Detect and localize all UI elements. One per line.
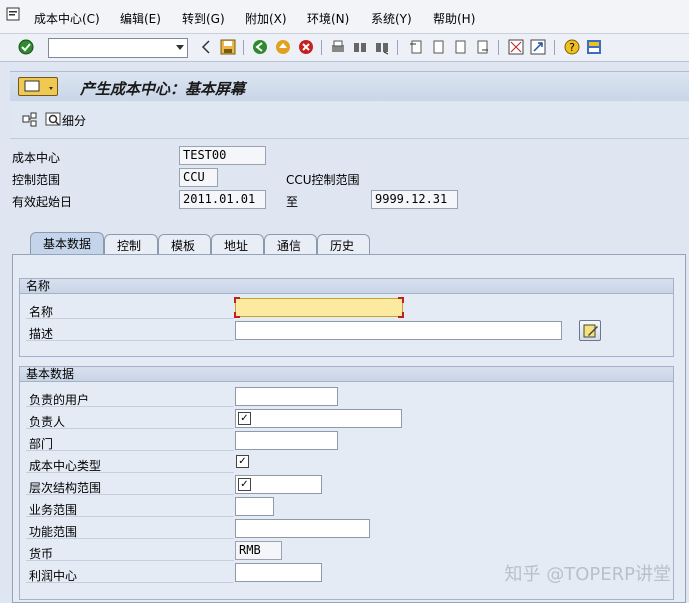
menu-goto[interactable]: 转到(G) — [182, 10, 225, 27]
menu-extras[interactable]: 附加(X) — [245, 10, 287, 27]
controlling-area-field[interactable]: CCU — [179, 168, 218, 187]
currency-field[interactable]: RMB — [235, 541, 282, 560]
find-icon[interactable] — [352, 39, 368, 55]
required-check-icon: ✓ — [238, 478, 251, 491]
tab-address-label: 地址 — [224, 239, 249, 253]
cancel-icon[interactable] — [298, 39, 314, 55]
org-structure-icon[interactable] — [22, 112, 38, 128]
tab-basic-data[interactable]: 基本数据 — [30, 232, 104, 255]
detail-label: 细分 — [62, 113, 87, 128]
basic-data-group-title: 基本数据 — [20, 367, 673, 382]
cost-center-category-input[interactable]: ✓ — [235, 453, 251, 472]
tab-communication-label: 通信 — [277, 239, 302, 253]
watermark: 知乎 @TOPERP讲堂 — [504, 564, 671, 585]
tab-address[interactable]: 地址 — [211, 234, 264, 254]
profit-center-input[interactable] — [235, 563, 322, 582]
description-input[interactable] — [235, 321, 562, 340]
menu-edit[interactable]: 编辑(E) — [120, 10, 161, 27]
next-page-icon[interactable] — [452, 39, 468, 55]
to-label: 至 — [286, 195, 299, 209]
command-field[interactable] — [48, 38, 188, 58]
sap-logo-icon — [18, 77, 58, 96]
tab-control-label: 控制 — [117, 239, 142, 253]
responsible-user-input[interactable] — [235, 387, 338, 406]
department-input[interactable] — [235, 431, 338, 450]
cost-center-field[interactable]: TEST00 — [179, 146, 266, 165]
enter-check-icon[interactable] — [18, 39, 34, 55]
menu-bar: 成本中心(C) 编辑(E) 转到(G) 附加(X) 环境(N) 系统(Y) 帮助… — [0, 0, 689, 34]
edit-text-button[interactable] — [579, 320, 601, 341]
menu-help[interactable]: 帮助(H) — [433, 10, 475, 27]
required-check-icon: ✓ — [238, 412, 251, 425]
back-icon[interactable] — [252, 39, 268, 55]
prev-page-icon[interactable] — [430, 39, 446, 55]
title-bar: 产生成本中心：基本屏幕 — [10, 71, 689, 101]
last-page-icon[interactable] — [474, 39, 490, 55]
menu-cost-center[interactable]: 成本中心(C) — [34, 10, 100, 27]
tab-history[interactable]: 历史 — [317, 234, 370, 254]
svg-text:?: ? — [569, 41, 575, 54]
cost-center-label: 成本中心 — [12, 151, 61, 165]
chevron-down-icon[interactable] — [176, 45, 184, 50]
required-check-icon: ✓ — [236, 455, 249, 468]
valid-to-field[interactable]: 9999.12.31 — [371, 190, 458, 209]
shortcut-icon[interactable] — [530, 39, 546, 55]
pencil-icon — [583, 323, 599, 342]
menu-environment[interactable]: 环境(N) — [307, 10, 349, 27]
names-group-title: 名称 — [20, 279, 673, 294]
app-menu-icon[interactable] — [6, 7, 20, 21]
tab-template[interactable]: 模板 — [158, 234, 211, 254]
exit-icon[interactable] — [275, 39, 291, 55]
menu-system[interactable]: 系统(Y) — [371, 10, 412, 27]
tab-history-label: 历史 — [330, 239, 355, 253]
page-title: 产生成本中心：基本屏幕 — [80, 80, 246, 98]
magnifier-icon — [45, 112, 61, 128]
functional-area-input[interactable] — [235, 519, 370, 538]
tab-template-label: 模板 — [171, 239, 196, 253]
tab-control[interactable]: 控制 — [104, 234, 158, 254]
first-page-icon[interactable] — [408, 39, 424, 55]
business-area-input[interactable] — [235, 497, 274, 516]
help-icon[interactable]: ? — [564, 39, 580, 55]
valid-from-label: 有效起始日 — [12, 195, 73, 209]
valid-from-field[interactable]: 2011.01.01 — [179, 190, 266, 209]
save-icon[interactable] — [220, 39, 236, 55]
application-toolbar: 细分 — [10, 101, 689, 139]
history-back-icon[interactable] — [198, 39, 214, 55]
person-responsible-input[interactable]: ✓ — [235, 409, 402, 428]
layout-menu-icon[interactable] — [586, 39, 602, 55]
tab-basic-data-label: 基本数据 — [43, 237, 92, 251]
find-next-icon[interactable] — [374, 39, 390, 55]
tab-communication[interactable]: 通信 — [264, 234, 317, 254]
new-session-icon[interactable] — [508, 39, 524, 55]
controlling-area-label: 控制范围 — [12, 173, 61, 187]
print-icon[interactable] — [330, 39, 346, 55]
system-toolbar: ? — [0, 34, 689, 62]
detail-button[interactable]: 细分 — [45, 111, 86, 129]
hierarchy-area-input[interactable]: ✓ — [235, 475, 322, 494]
name-input[interactable] — [234, 297, 404, 318]
controlling-area-desc: CCU控制范围 — [286, 173, 360, 187]
